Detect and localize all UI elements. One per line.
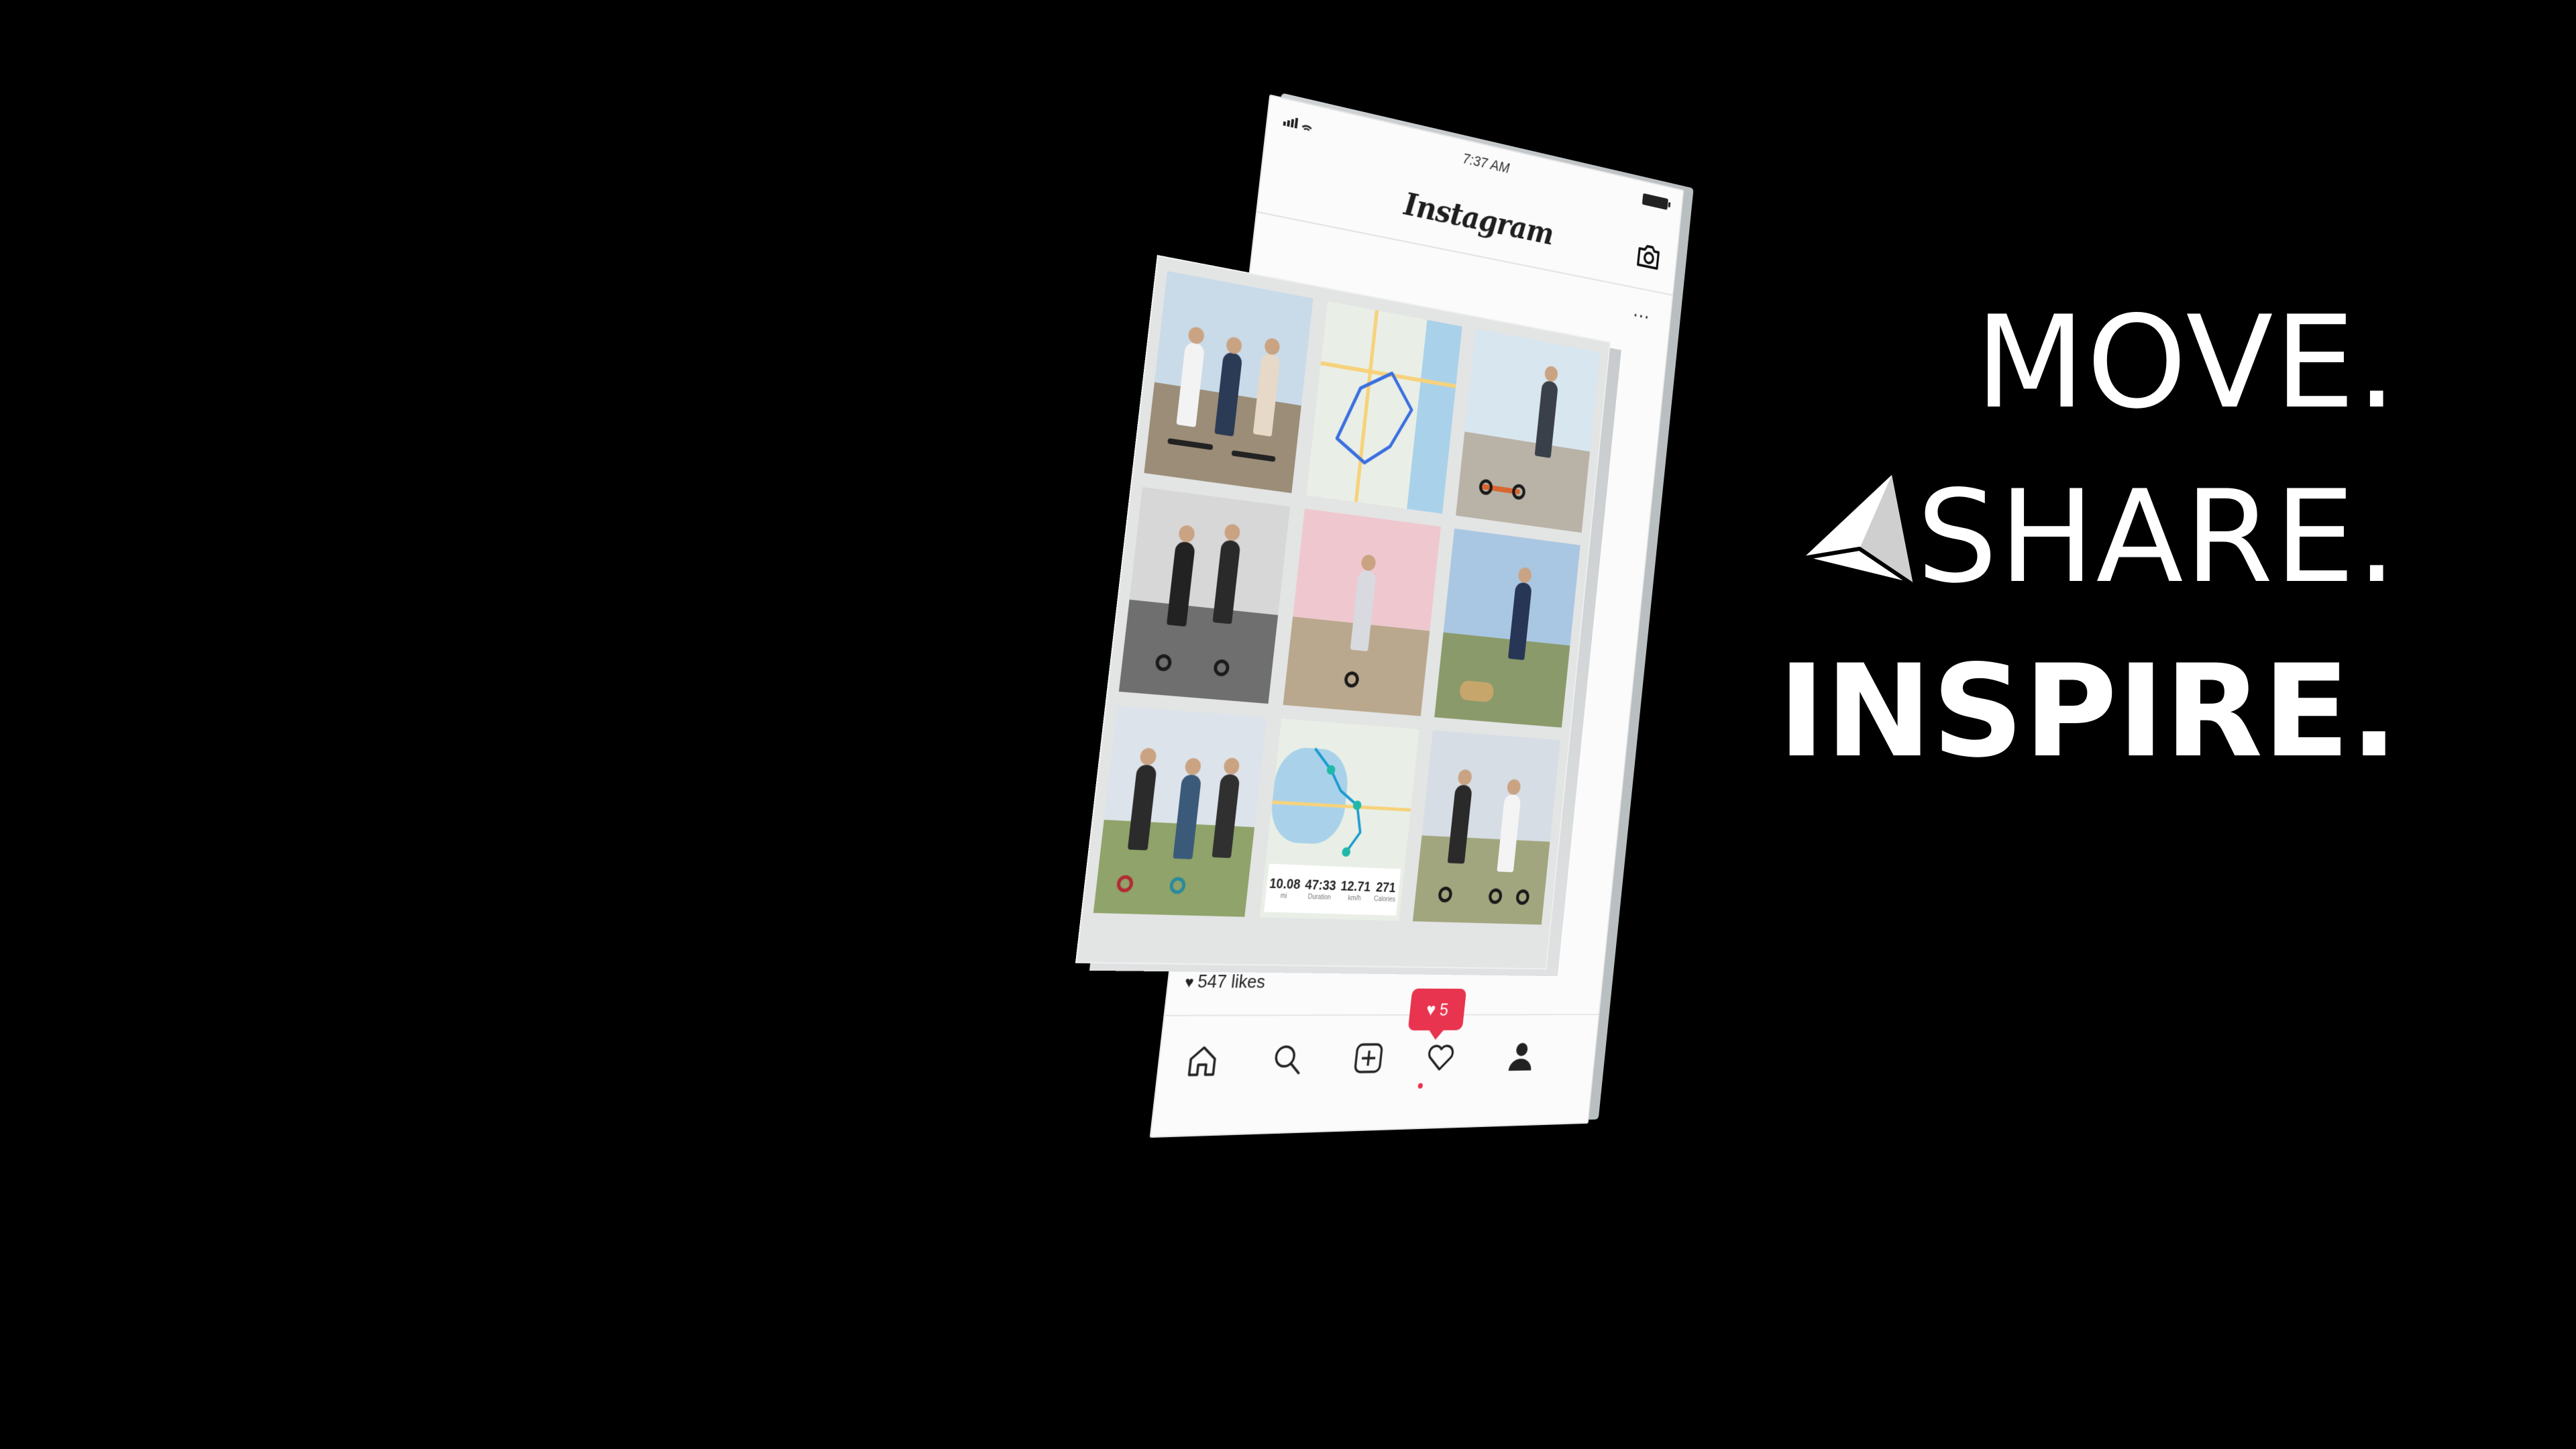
photo-tile[interactable] — [1144, 270, 1313, 494]
photo-grid-face: 10.08 mi 47:33 Duration 12.71 km/h 271 C… — [1075, 254, 1611, 970]
stat-distance: 10.08 mi — [1269, 876, 1301, 900]
notification-dot — [1417, 1083, 1424, 1089]
photo-tile[interactable] — [1283, 508, 1441, 716]
photo-grid-card: 10.08 mi 47:33 Duration 12.71 km/h 271 C… — [1075, 254, 1623, 993]
stats-route-line — [1266, 718, 1419, 868]
route-map-tile[interactable] — [1306, 301, 1462, 514]
stat-calories: 271 Calories — [1373, 880, 1397, 904]
home-icon[interactable] — [1183, 1042, 1222, 1079]
more-options-icon[interactable]: ··· — [1631, 305, 1650, 329]
notification-count: 5 — [1438, 999, 1450, 1020]
route-stats-tile[interactable]: 10.08 mi 47:33 Duration 12.71 km/h 271 C… — [1259, 718, 1419, 921]
slogan-move: MOVE. — [1975, 288, 2398, 437]
photo-tile[interactable] — [1118, 487, 1291, 704]
slogan-inspire: INSPIRE. — [1778, 637, 2398, 786]
photo-grid: 10.08 mi 47:33 Duration 12.71 km/h 271 C… — [1075, 254, 1621, 977]
notification-bubble[interactable]: ♥ 5 — [1407, 988, 1467, 1031]
photo-tile[interactable] — [1412, 730, 1560, 925]
profile-icon[interactable] — [1505, 1039, 1538, 1074]
notification-heart-icon: ♥ — [1425, 999, 1437, 1020]
add-post-icon[interactable] — [1350, 1040, 1386, 1077]
stat-speed: 12.71 km/h — [1340, 879, 1372, 903]
search-icon[interactable] — [1269, 1041, 1305, 1078]
bottom-nav: ♥ 5 — [1153, 988, 1600, 1104]
activity-heart-icon[interactable] — [1424, 1040, 1458, 1075]
route-line — [1306, 301, 1462, 514]
slogan-share: SHARE. — [1917, 463, 2398, 611]
photo-tile[interactable] — [1456, 329, 1601, 533]
photo-tile[interactable] — [1093, 706, 1267, 917]
ride-stats: 10.08 mi 47:33 Duration 12.71 km/h 271 C… — [1264, 863, 1401, 916]
brand-logo-icon — [1801, 475, 1915, 587]
photo-tile[interactable] — [1434, 528, 1580, 728]
promo-canvas: 7:37 AM Instagram ··· ♥ 547 likes ♥ 5 10… — [0, 0, 2576, 1449]
stat-duration: 47:33 Duration — [1304, 877, 1337, 902]
camera-icon[interactable] — [1635, 241, 1662, 272]
